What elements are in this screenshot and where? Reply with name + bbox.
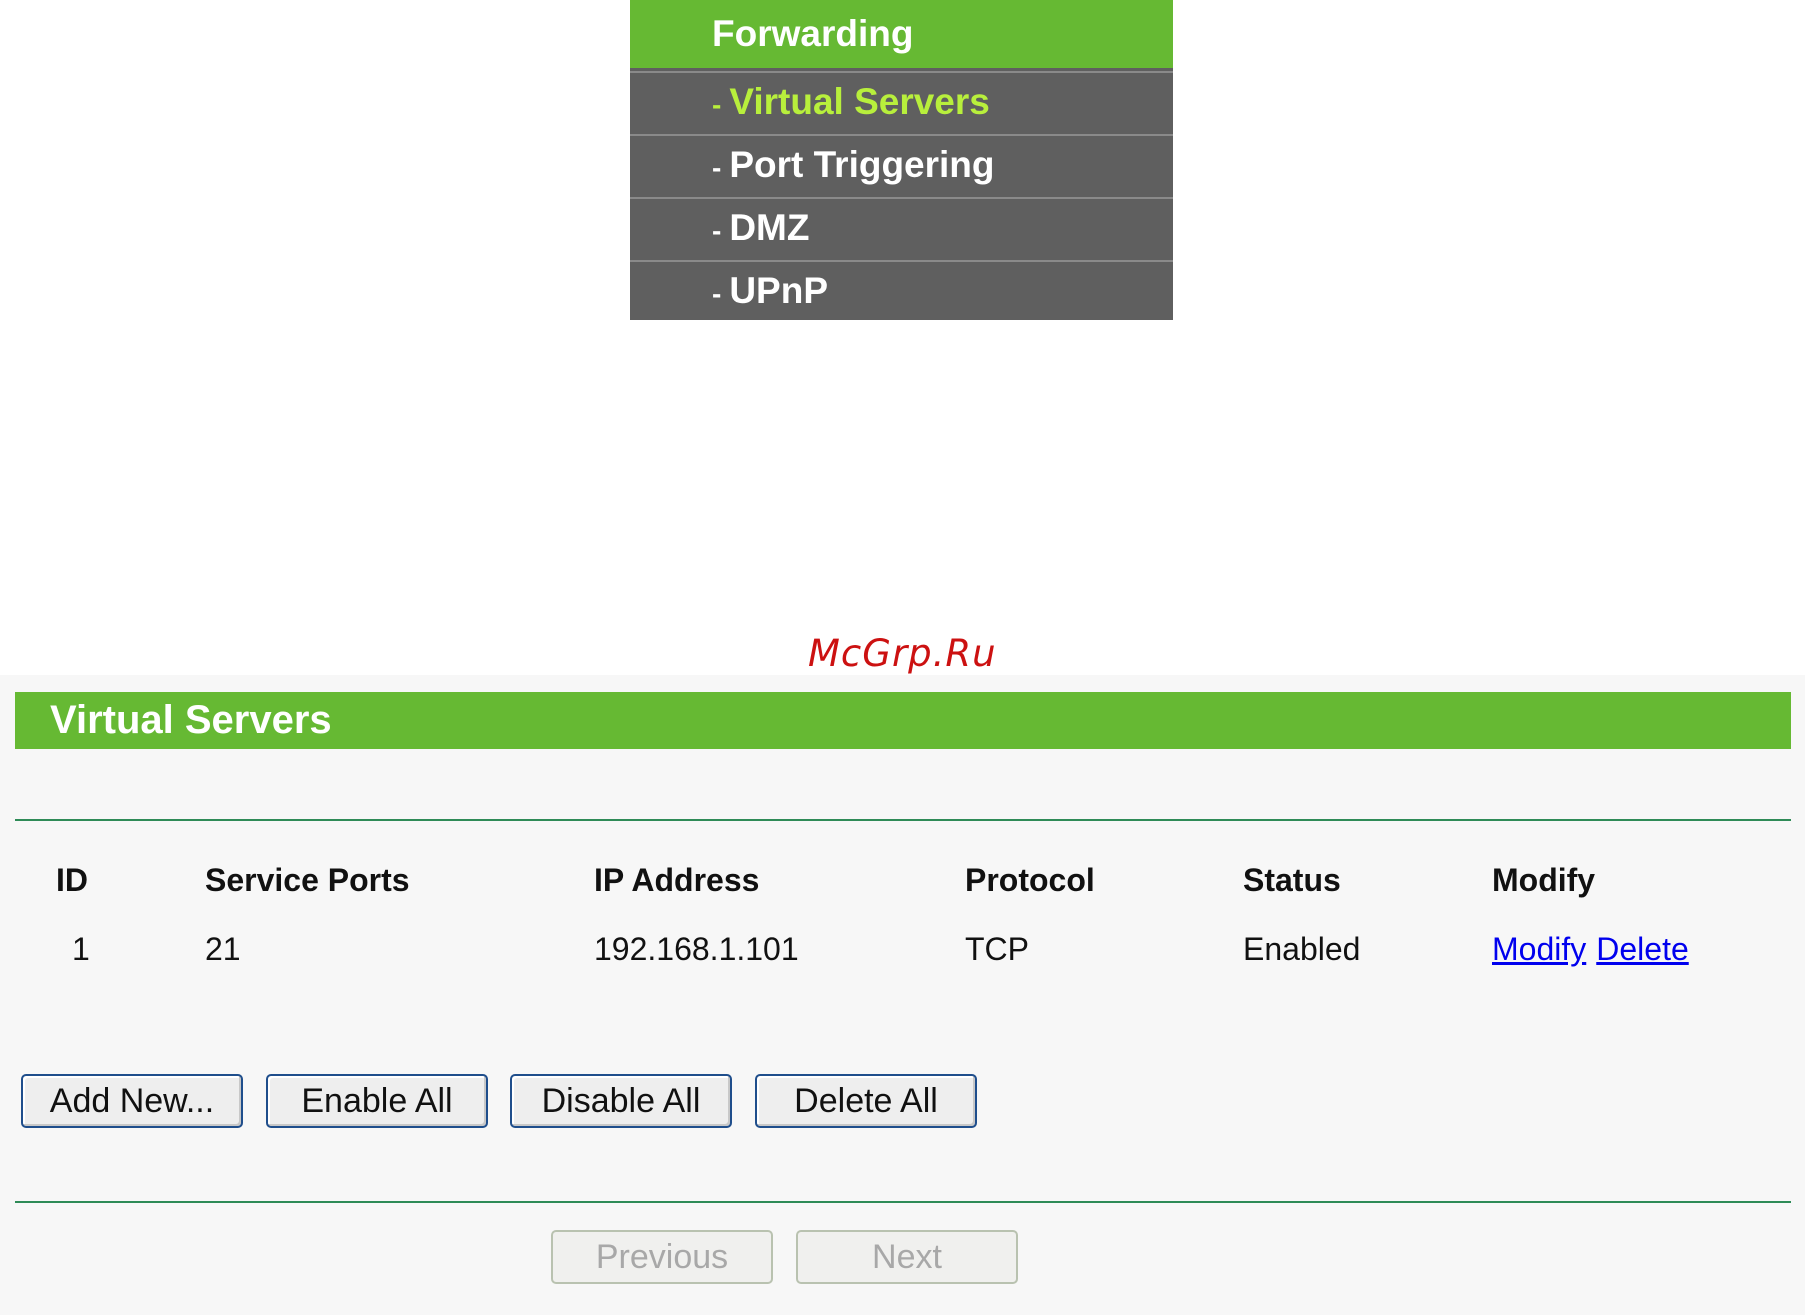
divider [15, 819, 1791, 821]
delete-all-button[interactable]: Delete All [755, 1074, 977, 1128]
divider [15, 1201, 1791, 1203]
menu-item-dmz[interactable]: - DMZ [630, 197, 1173, 257]
cell-protocol: TCP [965, 931, 1029, 967]
menu-item-dash: - [712, 152, 722, 183]
header-ip-address: IP Address [594, 862, 760, 898]
next-button[interactable]: Next [796, 1230, 1018, 1284]
cell-id: 1 [72, 931, 90, 967]
cell-status: Enabled [1243, 931, 1361, 967]
cell-service-ports: 21 [205, 931, 241, 967]
menu-item-dash: - [712, 89, 722, 120]
add-new-button[interactable]: Add New... [21, 1074, 243, 1128]
cell-ip-address: 192.168.1.101 [594, 931, 799, 967]
menu-item-port-triggering[interactable]: - Port Triggering [630, 134, 1173, 194]
forwarding-menu: Forwarding - Virtual Servers - Port Trigge… [630, 0, 1173, 320]
menu-item-upnp[interactable]: - UPnP [630, 260, 1173, 320]
header-id: ID [56, 862, 88, 898]
header-service-ports: Service Ports [205, 862, 410, 898]
menu-item-label: DMZ [729, 207, 810, 248]
watermark: McGrp.Ru [808, 632, 997, 675]
menu-item-dash: - [712, 215, 722, 246]
header-modify: Modify [1492, 862, 1596, 898]
menu-item-label: UPnP [729, 270, 829, 311]
enable-all-button[interactable]: Enable All [266, 1074, 488, 1128]
header-protocol: Protocol [965, 862, 1095, 898]
page-title: Virtual Servers [15, 692, 1791, 749]
previous-button[interactable]: Previous [551, 1230, 773, 1284]
delete-link[interactable]: Delete [1596, 931, 1689, 967]
header-status: Status [1243, 862, 1341, 898]
modify-link[interactable]: Modify [1492, 931, 1586, 967]
menu-item-dash: - [712, 278, 722, 309]
disable-all-button[interactable]: Disable All [510, 1074, 732, 1128]
menu-item-label: Port Triggering [729, 144, 995, 185]
virtual-servers-panel: Virtual Servers ID Service Ports IP Addr… [0, 675, 1805, 1315]
menu-title[interactable]: Forwarding [630, 0, 1173, 68]
cell-modify: Modify Delete [1492, 931, 1689, 968]
menu-item-label: Virtual Servers [729, 81, 990, 122]
menu-item-virtual-servers[interactable]: - Virtual Servers [630, 71, 1173, 131]
